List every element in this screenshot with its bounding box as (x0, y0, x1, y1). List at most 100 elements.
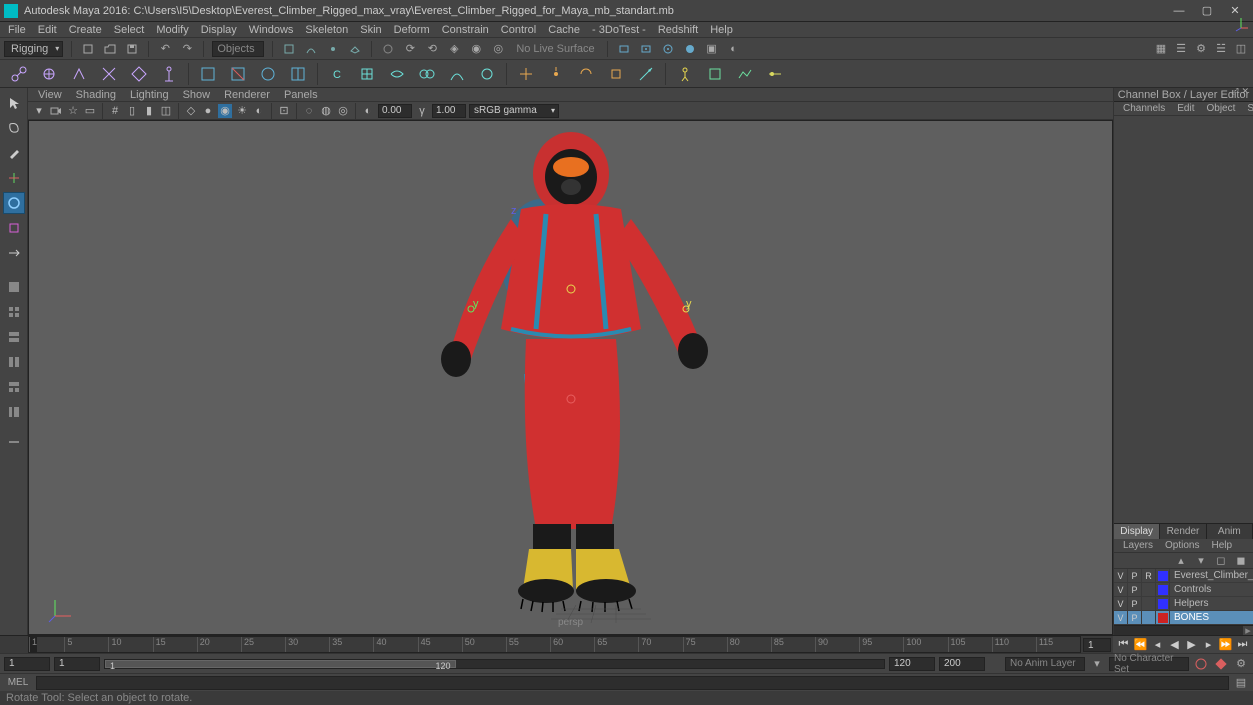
collapse-icon[interactable] (3, 435, 25, 449)
go-end-icon[interactable]: ⏭ (1235, 638, 1251, 652)
layer-scrollbar[interactable] (1114, 626, 1243, 635)
modeling-toolkit-icon[interactable]: ◫ (1233, 41, 1249, 57)
layer-row[interactable]: VPBONES (1114, 611, 1253, 625)
exposure-icon[interactable]: ◐ (361, 104, 375, 118)
layer-row[interactable]: VPREverest_Climber_Rigge (1114, 569, 1253, 583)
layer-visible-toggle[interactable]: V (1114, 597, 1128, 610)
mirror-weights-icon[interactable] (287, 63, 309, 85)
layer-tab-anim[interactable]: Anim (1207, 524, 1253, 539)
current-time-field[interactable]: 1 (1083, 638, 1111, 652)
cb-menu-object[interactable]: Object (1202, 103, 1241, 114)
move-tool[interactable] (3, 167, 25, 189)
menu-windows[interactable]: Windows (243, 24, 300, 36)
layer-row[interactable]: VPHelpers (1114, 597, 1253, 611)
construction-icon[interactable]: ◈ (446, 41, 462, 57)
set-key-icon[interactable] (1213, 656, 1229, 672)
step-back-icon[interactable]: ◂ (1150, 638, 1166, 652)
hik-icon[interactable] (704, 63, 726, 85)
new-layer-selected-icon[interactable]: ◼ (1233, 553, 1249, 569)
move-layer-down-icon[interactable]: ▾ (1193, 553, 1209, 569)
range-out-field[interactable]: 120 (889, 657, 935, 671)
set-driven-key-icon[interactable] (764, 63, 786, 85)
hypershade-icon[interactable] (682, 41, 698, 57)
history-off-icon[interactable]: ⟲ (424, 41, 440, 57)
two-pane-v-icon[interactable] (3, 351, 25, 373)
script-editor-icon[interactable]: ▤ (1233, 675, 1249, 691)
isolate-icon[interactable]: ⊡ (277, 104, 291, 118)
play-back-icon[interactable]: ◀ (1167, 638, 1183, 652)
menu-constrain[interactable]: Constrain (436, 24, 495, 36)
layer-visible-toggle[interactable]: V (1114, 569, 1128, 582)
minimize-button[interactable]: — (1165, 2, 1193, 20)
render-icon[interactable] (616, 41, 632, 57)
outliner-pane-icon[interactable] (3, 401, 25, 423)
layer-color-swatch[interactable] (1156, 569, 1170, 582)
resolution-gate-icon[interactable]: ▮ (142, 104, 156, 118)
layer-color-swatch[interactable] (1156, 611, 1170, 624)
range-slider[interactable]: 1 120 (104, 659, 885, 669)
layer-playback-toggle[interactable]: P (1128, 583, 1142, 596)
open-scene-icon[interactable] (102, 41, 118, 57)
color-mgmt-select[interactable]: sRGB gamma (469, 104, 559, 118)
scale-tool[interactable] (3, 217, 25, 239)
select-camera-icon[interactable]: ▾ (32, 104, 46, 118)
layer-reference-toggle[interactable] (1142, 611, 1156, 624)
bookmark-icon[interactable]: ☆ (66, 104, 80, 118)
menu-create[interactable]: Create (63, 24, 108, 36)
parent-constraint-icon[interactable] (515, 63, 537, 85)
range-in-field[interactable]: 1 (54, 657, 100, 671)
textured-icon[interactable]: ◉ (218, 104, 232, 118)
graph-editor-icon[interactable] (734, 63, 756, 85)
light-editor-icon[interactable]: ◐ (726, 41, 742, 57)
use-lights-icon[interactable]: ☀ (235, 104, 249, 118)
aim-constraint-icon[interactable] (635, 63, 657, 85)
mirror-joint-icon[interactable] (68, 63, 90, 85)
workspace-select[interactable]: Rigging (4, 41, 63, 57)
menu-help[interactable]: Help (704, 24, 739, 36)
save-scene-icon[interactable] (124, 41, 140, 57)
select-tool[interactable] (3, 92, 25, 114)
wireframe-icon[interactable]: ◇ (184, 104, 198, 118)
menu-modify[interactable]: Modify (150, 24, 194, 36)
history-icon[interactable]: ⟳ (402, 41, 418, 57)
cluster-icon[interactable]: C (326, 63, 348, 85)
new-layer-icon[interactable]: ◻ (1213, 553, 1229, 569)
anim-layer-dropdown-icon[interactable]: ▾ (1089, 656, 1105, 672)
paint-weights-icon[interactable] (257, 63, 279, 85)
range-handle[interactable]: 1 120 (105, 660, 456, 668)
paint-select-tool[interactable] (3, 142, 25, 164)
script-lang-label[interactable]: MEL (4, 677, 32, 688)
layer-visible-toggle[interactable]: V (1114, 583, 1128, 596)
orient-joint-icon[interactable] (98, 63, 120, 85)
menu-display[interactable]: Display (195, 24, 243, 36)
step-back-key-icon[interactable]: ⏪ (1133, 638, 1149, 652)
close-panel-icon[interactable]: ✕ (1241, 86, 1249, 97)
cb-menu-edit[interactable]: Edit (1172, 103, 1199, 114)
menu-deform[interactable]: Deform (388, 24, 436, 36)
viewport[interactable]: z y y persp (28, 120, 1113, 635)
ik-spline-icon[interactable] (158, 63, 180, 85)
make-live-icon[interactable] (380, 41, 396, 57)
layer-playback-toggle[interactable]: P (1128, 569, 1142, 582)
four-pane-icon[interactable] (3, 301, 25, 323)
vp-menu-shading[interactable]: Shading (70, 89, 122, 101)
xray-icon[interactable]: ◌ (302, 104, 316, 118)
construction-icon-2[interactable]: ◉ (468, 41, 484, 57)
blend-shape-icon[interactable] (416, 63, 438, 85)
scroll-right-icon[interactable]: ▸ (1243, 626, 1253, 635)
selection-mask-field[interactable]: Objects (212, 41, 264, 57)
layer-color-swatch[interactable] (1156, 597, 1170, 610)
character-set-select[interactable]: No Character Set (1109, 657, 1189, 671)
play-forward-icon[interactable]: ▶ (1184, 638, 1200, 652)
layer-row[interactable]: VPControls (1114, 583, 1253, 597)
layer-tab-display[interactable]: Display (1114, 524, 1160, 539)
layer-playback-toggle[interactable]: P (1128, 597, 1142, 610)
grid-toggle-icon[interactable]: # (108, 104, 122, 118)
insert-joint-icon[interactable] (38, 63, 60, 85)
anim-layer-select[interactable]: No Anim Layer (1005, 657, 1085, 671)
gamma-icon[interactable]: γ (415, 104, 429, 118)
render-settings-icon[interactable] (660, 41, 676, 57)
cb-menu-channels[interactable]: Channels (1118, 103, 1170, 114)
orient-constraint-icon[interactable] (575, 63, 597, 85)
step-forward-icon[interactable]: ▸ (1201, 638, 1217, 652)
